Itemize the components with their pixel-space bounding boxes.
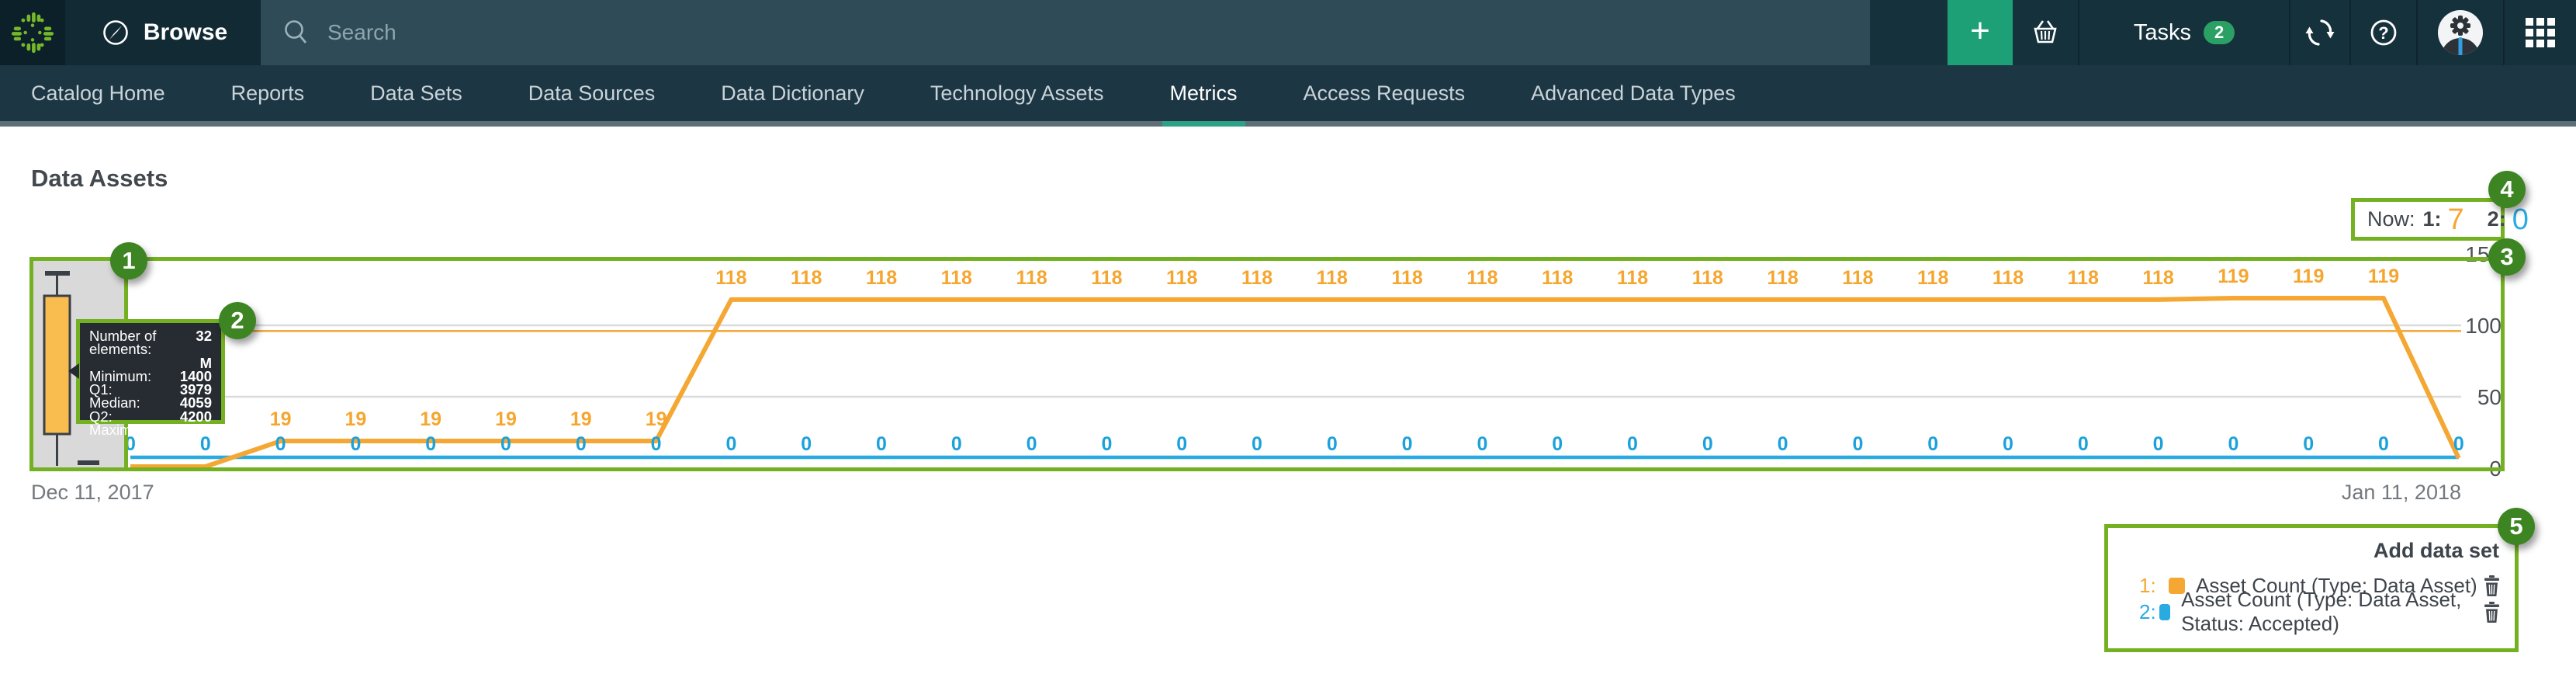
legend-series-number: 1:: [2139, 574, 2169, 598]
subnav-bottom-strip: [0, 121, 2576, 127]
x-axis-start-date: Dec 11, 2017: [31, 481, 154, 504]
annotation-marker-3: 3: [2488, 238, 2526, 276]
apps-grid-button[interactable]: [2503, 0, 2576, 65]
avatar-icon: [2437, 9, 2484, 56]
annotation-marker-2: 2: [219, 302, 256, 339]
top-bar: Browse + Tasks 2: [0, 0, 2576, 65]
page-title: Data Assets: [31, 165, 168, 193]
search-icon: [281, 17, 312, 48]
collibra-logo[interactable]: [0, 0, 65, 65]
topbar-spacer: [1870, 0, 1948, 65]
subnav-item-catalog-home[interactable]: Catalog Home: [31, 65, 165, 121]
browse-label: Browse: [144, 19, 227, 46]
add-button[interactable]: +: [1948, 0, 2013, 65]
catalog-subnav: Catalog Home Reports Data Sets Data Sources…: [0, 65, 2576, 121]
annotation-box-legend: Add data set 1:Asset Count (Type: Data A…: [2104, 524, 2519, 652]
legend-rows: 1:Asset Count (Type: Data Asset)2:Asset …: [2122, 572, 2501, 625]
basket-button[interactable]: [2013, 0, 2078, 65]
search-input[interactable]: [326, 19, 1027, 46]
user-avatar[interactable]: [2416, 0, 2503, 65]
delete-data-set-button[interactable]: [2483, 602, 2501, 623]
now-panel: Now:1:72:0: [2355, 202, 2501, 237]
subnav-item-reports[interactable]: Reports: [231, 65, 305, 121]
subnav-item-data-sets[interactable]: Data Sets: [370, 65, 462, 121]
compass-icon: [99, 16, 133, 50]
boxplot-tooltip: Number of elements:32MMinimum:1400Q1:397…: [80, 323, 221, 420]
subnav-item-data-dictionary[interactable]: Data Dictionary: [721, 65, 864, 121]
legend-series-label: Asset Count (Type: Data Asset, Status: A…: [2181, 588, 2483, 636]
now-label: Now:: [2367, 207, 2415, 231]
subnav-item-data-sources[interactable]: Data Sources: [528, 65, 656, 121]
subnav-item-advanced-data-types[interactable]: Advanced Data Types: [1531, 65, 1736, 121]
browse-button[interactable]: Browse: [65, 0, 261, 65]
svg-text:?: ?: [2378, 23, 2388, 43]
annotation-marker-5: 5: [2498, 508, 2535, 545]
apps-grid-icon: [2526, 18, 2555, 47]
collibra-logo-icon: [11, 11, 54, 54]
chart-legend: Add data set 1:Asset Count (Type: Data A…: [2108, 528, 2515, 648]
trash-icon: [2483, 602, 2501, 623]
tasks-count-badge: 2: [2204, 21, 2235, 44]
x-axis-end-date: Jan 11, 2018: [2342, 481, 2461, 504]
now-series-value: 7: [2448, 205, 2464, 234]
help-icon: ?: [2367, 16, 2401, 50]
now-series-key: 2:: [2488, 207, 2506, 231]
legend-series-number: 2:: [2139, 600, 2159, 624]
annotation-box-now: Now:1:72:0: [2351, 198, 2505, 241]
trash-icon: [2483, 575, 2501, 596]
annotation-box-chart: [29, 257, 2505, 471]
add-data-set-button[interactable]: Add data set: [2122, 539, 2499, 563]
page: Browse + Tasks 2: [0, 0, 2576, 691]
annotation-marker-1: 1: [110, 242, 147, 280]
delete-data-set-button[interactable]: [2483, 575, 2501, 596]
tooltip-arrow: [68, 363, 79, 379]
tasks-label: Tasks: [2134, 20, 2191, 46]
tooltip-row: Maximum:4224: [89, 423, 212, 436]
refresh-button[interactable]: [2289, 0, 2349, 65]
annotation-box-tooltip: Number of elements:32MMinimum:1400Q1:397…: [76, 319, 225, 424]
help-button[interactable]: ?: [2349, 0, 2416, 65]
annotation-marker-4: 4: [2488, 171, 2526, 208]
tooltip-row: Number of elements:32: [89, 329, 212, 356]
legend-swatch: [2159, 604, 2170, 620]
now-series-value: 0: [2512, 205, 2529, 234]
search-bar[interactable]: [261, 0, 1870, 65]
subnav-item-technology-assets[interactable]: Technology Assets: [930, 65, 1104, 121]
subnav-item-metrics[interactable]: Metrics: [1170, 65, 1238, 121]
legend-row: 2:Asset Count (Type: Data Asset, Status:…: [2122, 599, 2501, 625]
basket-icon: [2030, 17, 2061, 48]
now-series-key: 1:: [2423, 207, 2442, 231]
subnav-item-access-requests[interactable]: Access Requests: [1304, 65, 1466, 121]
tasks-button[interactable]: Tasks 2: [2078, 0, 2289, 65]
refresh-icon: [2304, 16, 2336, 49]
plus-icon: +: [1970, 14, 1990, 48]
active-tab-underline: [1162, 121, 1245, 127]
